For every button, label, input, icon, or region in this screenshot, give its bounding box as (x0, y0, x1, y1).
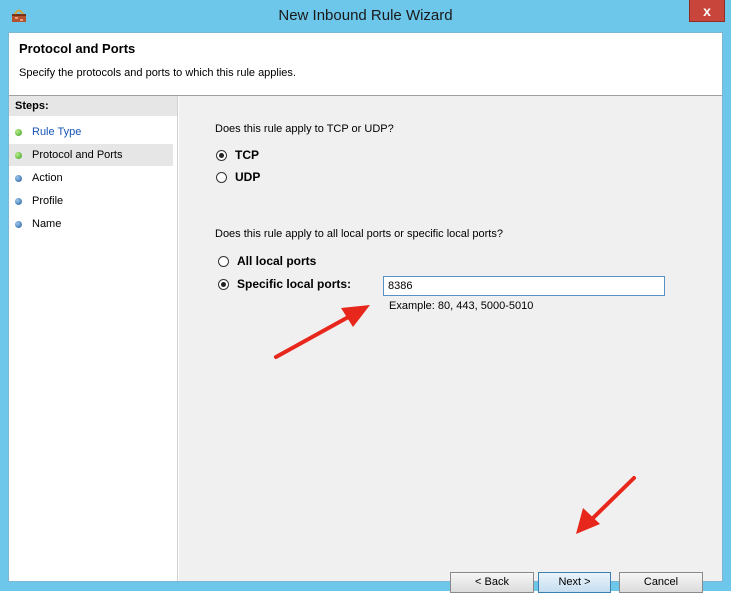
specific-local-ports-label[interactable]: Specific local ports: (237, 277, 351, 291)
step-current-icon (15, 152, 22, 159)
wizard-window: New Inbound Rule Wizard x Protocol and P… (0, 0, 731, 593)
specific-local-ports-radio[interactable] (218, 279, 229, 290)
udp-radio[interactable] (216, 172, 227, 183)
content-panel: Does this rule apply to TCP or UDP? TCP … (179, 96, 722, 593)
tcp-label[interactable]: TCP (235, 148, 259, 162)
step-label: Protocol and Ports (32, 149, 123, 161)
title-bar[interactable]: New Inbound Rule Wizard x (0, 0, 731, 32)
cancel-button[interactable]: Cancel (619, 572, 703, 593)
step-done-icon (15, 129, 22, 136)
local-ports-input[interactable]: 8386 (383, 276, 665, 296)
window-title: New Inbound Rule Wizard (278, 7, 453, 24)
udp-label[interactable]: UDP (235, 170, 260, 184)
tcp-radio[interactable] (216, 150, 227, 161)
step-label: Rule Type (32, 126, 82, 138)
page-description: Specify the protocols and ports to which… (19, 67, 296, 79)
close-button[interactable]: x (689, 0, 725, 22)
close-icon: x (703, 2, 711, 19)
step-name[interactable]: Name (9, 213, 173, 235)
back-button[interactable]: < Back (450, 572, 534, 593)
step-pending-icon (15, 198, 22, 205)
step-label: Action (32, 172, 63, 184)
steps-panel: Steps: Rule Type Protocol and Ports Acti… (9, 96, 178, 581)
ports-example-hint: Example: 80, 443, 5000-5010 (389, 300, 534, 312)
step-pending-icon (15, 175, 22, 182)
all-local-ports-radio[interactable] (218, 256, 229, 267)
next-button[interactable]: Next > (538, 572, 611, 593)
step-rule-type[interactable]: Rule Type (9, 121, 173, 143)
wizard-client-area: Protocol and Ports Specify the protocols… (8, 32, 723, 593)
step-action[interactable]: Action (9, 167, 173, 189)
protocol-question: Does this rule apply to TCP or UDP? (215, 123, 394, 135)
steps-title: Steps: (9, 96, 177, 116)
step-pending-icon (15, 221, 22, 228)
step-label: Profile (32, 195, 64, 207)
step-profile[interactable]: Profile (9, 190, 173, 212)
page-title: Protocol and Ports (19, 41, 136, 56)
all-local-ports-label[interactable]: All local ports (237, 254, 316, 268)
ports-question: Does this rule apply to all local ports … (215, 228, 503, 240)
step-label: Name (32, 218, 62, 230)
step-protocol-and-ports[interactable]: Protocol and Ports (9, 144, 173, 166)
page-header: Protocol and Ports Specify the protocols… (9, 33, 722, 96)
